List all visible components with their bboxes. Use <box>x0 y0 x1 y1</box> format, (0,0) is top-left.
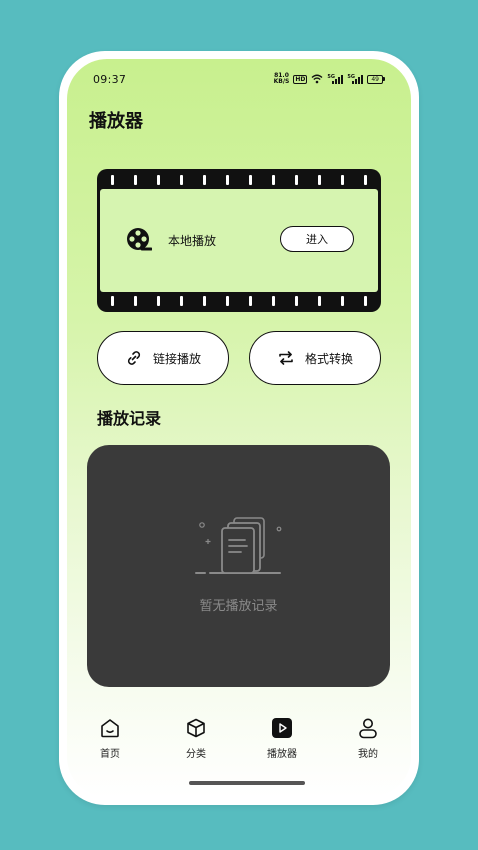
person-icon <box>359 718 377 739</box>
battery-icon: 49 <box>367 74 385 84</box>
film-perforations-bottom <box>111 296 367 306</box>
home-indicator[interactable] <box>189 781 305 785</box>
history-empty-text: 暂无播放记录 <box>199 599 278 614</box>
link-play-button[interactable]: 链接播放 <box>97 331 229 385</box>
hd-badge: HD <box>293 74 308 84</box>
status-bar: 09:37 81.0 KB/S HD 5G 5G 49 <box>67 71 411 91</box>
tab-category[interactable]: 分类 <box>153 717 239 767</box>
wifi-icon <box>311 74 323 84</box>
tab-category-label: 分类 <box>186 749 206 760</box>
home-icon <box>101 719 119 738</box>
local-play-card[interactable]: 本地播放 进入 <box>97 169 381 312</box>
play-square-icon <box>272 718 292 738</box>
tab-mine[interactable]: 我的 <box>325 717 411 767</box>
empty-documents-icon <box>195 517 282 574</box>
tab-player-label: 播放器 <box>267 749 297 760</box>
link-play-label: 链接播放 <box>152 351 201 366</box>
tab-player[interactable]: 播放器 <box>239 717 325 767</box>
tab-mine-label: 我的 <box>358 749 378 760</box>
phone-frame: 09:37 81.0 KB/S HD 5G 5G 49 播放器 本地播放 进入 … <box>59 51 419 805</box>
cube-icon <box>187 718 205 738</box>
format-convert-button[interactable]: 格式转换 <box>249 331 381 385</box>
tab-home-label: 首页 <box>100 749 120 760</box>
status-time: 09:37 <box>93 73 127 86</box>
link-icon <box>127 351 141 365</box>
local-play-label: 本地播放 <box>168 234 217 248</box>
signal-sim1-icon: 5G <box>327 74 344 84</box>
status-icons: 81.0 KB/S HD 5G 5G 49 <box>274 73 385 85</box>
tab-home[interactable]: 首页 <box>67 717 153 767</box>
network-speed: 81.0 KB/S <box>273 72 290 85</box>
history-panel: 暂无播放记录 <box>87 445 390 687</box>
film-frame: 本地播放 进入 <box>100 189 378 292</box>
swap-arrows-icon <box>279 351 293 365</box>
format-convert-label: 格式转换 <box>304 351 353 366</box>
history-title: 播放记录 <box>97 409 162 428</box>
app-screen: 09:37 81.0 KB/S HD 5G 5G 49 播放器 本地播放 进入 … <box>67 59 411 797</box>
page-title: 播放器 <box>89 111 143 132</box>
film-reel-icon <box>127 228 152 251</box>
bottom-tab-bar: 首页 分类 播放器 我的 <box>67 717 411 767</box>
signal-sim2-icon: 5G <box>347 74 364 84</box>
film-perforations-top <box>111 175 367 185</box>
enter-button[interactable]: 进入 <box>280 226 354 252</box>
